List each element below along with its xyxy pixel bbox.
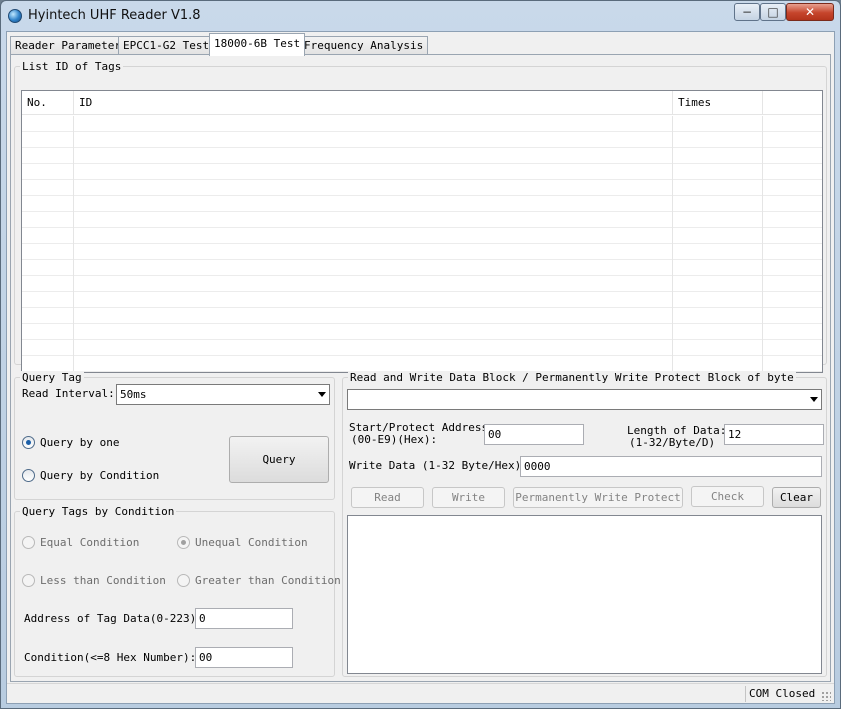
unequal-condition-label[interactable]: Unequal Condition xyxy=(195,536,308,549)
condition-label: Condition(<=8 Hex Number): xyxy=(24,651,197,664)
equal-condition-radio[interactable] xyxy=(22,536,35,549)
query-button[interactable]: Query xyxy=(229,436,329,483)
read-write-group-label: Read and Write Data Block / Permanently … xyxy=(348,371,796,384)
tab-frequency-analysis[interactable]: Frequency Analysis xyxy=(299,36,429,55)
tag-list-header: No. ID Times xyxy=(22,91,822,115)
clear-button[interactable]: Clear xyxy=(772,487,821,508)
tab-panel-18000-6b: List ID of Tags No. ID Times Query Tag R… xyxy=(10,54,831,682)
tag-list-group: List ID of Tags No. ID Times xyxy=(14,60,827,373)
grid-line xyxy=(672,116,673,372)
length-label-line2: (1-32/Byte/D) xyxy=(629,436,716,449)
query-by-condition-radio[interactable] xyxy=(22,469,35,482)
unequal-condition-radio[interactable] xyxy=(177,536,190,549)
output-log-area[interactable] xyxy=(347,515,822,674)
address-input[interactable]: 0 xyxy=(195,608,293,629)
grid-line xyxy=(73,116,74,372)
query-tag-group-label: Query Tag xyxy=(20,371,84,384)
read-interval-value: 50ms xyxy=(120,388,147,401)
query-by-condition-label[interactable]: Query by Condition xyxy=(40,469,159,482)
chevron-down-icon xyxy=(810,397,818,402)
tag-list-view[interactable]: No. ID Times xyxy=(21,90,823,373)
read-interval-select[interactable]: 50ms xyxy=(116,384,330,405)
app-window: Hyintech UHF Reader V1.8 − □ ✕ Reader Pa… xyxy=(0,0,841,709)
column-header-no[interactable]: No. xyxy=(22,91,74,115)
app-globe-icon xyxy=(8,9,22,23)
condition-input[interactable]: 00 xyxy=(195,647,293,668)
tab-epcc1-g2-test[interactable]: EPCC1-G2 Test xyxy=(118,36,215,55)
grid-line xyxy=(762,116,763,372)
start-address-input[interactable]: 00 xyxy=(484,424,584,445)
write-data-input[interactable]: 0000 xyxy=(520,456,822,477)
tag-id-select[interactable] xyxy=(347,389,822,410)
query-by-one-label[interactable]: Query by one xyxy=(40,436,119,449)
minimize-button[interactable]: − xyxy=(734,3,760,21)
column-header-times[interactable]: Times xyxy=(673,91,763,115)
write-button[interactable]: Write xyxy=(432,487,505,508)
less-than-condition-radio[interactable] xyxy=(22,574,35,587)
length-input[interactable]: 12 xyxy=(724,424,824,445)
status-bar: COM Closed xyxy=(7,683,834,703)
title-bar[interactable]: Hyintech UHF Reader V1.8 − □ ✕ xyxy=(1,1,840,31)
query-condition-group-label: Query Tags by Condition xyxy=(20,505,177,518)
column-header-id[interactable]: ID xyxy=(74,91,673,115)
read-button[interactable]: Read xyxy=(351,487,424,508)
resize-grip-icon[interactable] xyxy=(821,691,831,701)
tag-list-rows xyxy=(22,116,822,372)
status-separator xyxy=(745,686,746,702)
greater-than-condition-label[interactable]: Greater than Condition xyxy=(195,574,341,587)
start-address-label-line2: (00-E9)(Hex): xyxy=(351,433,438,446)
chevron-down-icon xyxy=(318,392,326,397)
client-area: Reader Parameter EPCC1-G2 Test 18000-6B … xyxy=(6,31,835,704)
read-write-group: Read and Write Data Block / Permanently … xyxy=(342,371,827,677)
tag-list-group-label: List ID of Tags xyxy=(20,60,124,73)
greater-than-condition-radio[interactable] xyxy=(177,574,190,587)
query-condition-group: Query Tags by Condition Equal Condition … xyxy=(14,505,341,677)
com-status-text: COM Closed xyxy=(749,687,816,700)
window-title: Hyintech UHF Reader V1.8 xyxy=(28,8,201,23)
permanently-write-protect-button[interactable]: Permanently Write Protect xyxy=(513,487,683,508)
address-label: Address of Tag Data(0-223): xyxy=(24,612,203,625)
tab-18000-6b-test[interactable]: 18000-6B Test xyxy=(209,33,306,56)
tab-reader-parameter[interactable]: Reader Parameter xyxy=(10,36,126,55)
maximize-button[interactable]: □ xyxy=(760,3,786,21)
query-tag-group: Query Tag Read Interval: 50ms Query by o… xyxy=(14,371,335,500)
close-button[interactable]: ✕ xyxy=(786,3,834,21)
read-interval-label: Read Interval: xyxy=(22,387,115,400)
write-data-label: Write Data (1-32 Byte/Hex): xyxy=(349,459,528,472)
check-button[interactable]: Check xyxy=(691,486,764,507)
equal-condition-label[interactable]: Equal Condition xyxy=(40,536,139,549)
less-than-condition-label[interactable]: Less than Condition xyxy=(40,574,166,587)
query-by-one-radio[interactable] xyxy=(22,436,35,449)
